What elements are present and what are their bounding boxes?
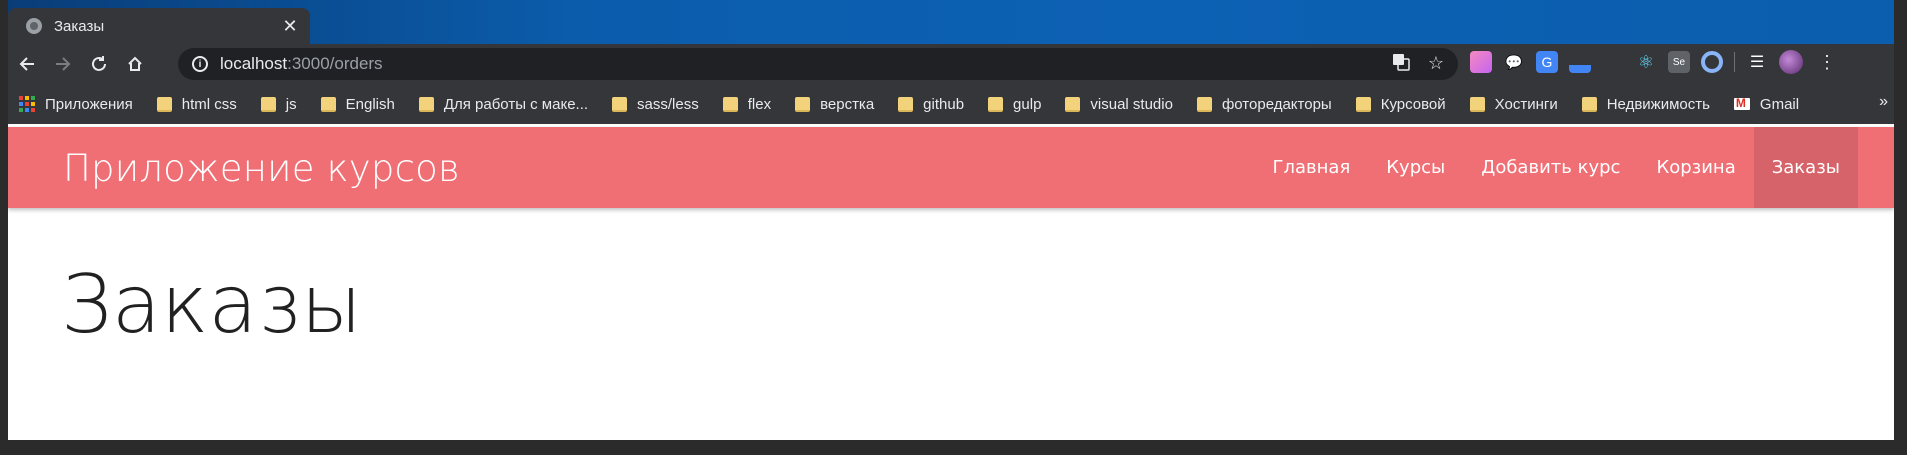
bookmark-label: github [923, 95, 965, 113]
bookmark-label: Курсовой [1380, 95, 1446, 113]
folder-icon [722, 96, 738, 112]
gradient-extension-icon[interactable] [1470, 51, 1492, 73]
extensions-area: 💬 G ⚛ Se ☰ ⋮ [1470, 50, 1836, 74]
bookmark-label: flex [747, 95, 772, 113]
folder-icon [898, 96, 914, 112]
bookmark-label: Для работы с маке... [443, 95, 589, 113]
eyedropper-extension-icon[interactable] [1569, 51, 1591, 73]
home-icon[interactable] [118, 47, 152, 81]
bookmark-label: Gmail [1759, 95, 1800, 113]
bookmark-folder[interactable]: Хостинги [1469, 95, 1558, 113]
info-icon[interactable]: i [192, 56, 208, 72]
chat-extension-icon[interactable]: 💬 [1503, 51, 1525, 73]
apps-grid-icon [19, 96, 35, 112]
bookmark-label: Приложения [45, 95, 133, 113]
bookmark-folder[interactable]: html css [156, 95, 237, 113]
bookmark-apps[interactable]: Приложения [19, 96, 133, 113]
ring-extension-icon[interactable] [1701, 51, 1723, 73]
folder-icon [1196, 96, 1212, 112]
app-navbar: Приложение курсов Главная Курсы Добавить… [8, 127, 1894, 208]
bookmark-folder[interactable]: visual studio [1065, 96, 1173, 113]
avatar[interactable] [1779, 50, 1803, 74]
chevron-more-icon[interactable]: » [1879, 93, 1888, 111]
nav-link-cart[interactable]: Корзина [1638, 127, 1753, 208]
gmail-icon [1733, 96, 1750, 110]
globe-icon [26, 18, 42, 34]
folder-icon [156, 96, 172, 112]
playlist-icon[interactable]: ☰ [1746, 51, 1768, 73]
toolbar-separator [1734, 52, 1735, 72]
bookmark-label: html css [181, 95, 237, 113]
folder-icon [1065, 96, 1081, 112]
folder-icon [260, 96, 276, 112]
folder-icon [795, 96, 811, 112]
bookmark-folder[interactable]: English [320, 95, 395, 113]
nav-link-courses[interactable]: Курсы [1368, 127, 1463, 208]
bookmark-folder[interactable]: gulp [988, 96, 1041, 113]
bookmark-label: English [345, 95, 395, 113]
react-extension-icon[interactable]: ⚛ [1635, 51, 1657, 73]
bookmark-folder[interactable]: flex [722, 95, 772, 113]
bookmark-folder[interactable]: Курсовой [1355, 95, 1446, 113]
nav-link-orders[interactable]: Заказы [1753, 127, 1858, 208]
address-bar[interactable]: i localhost:3000/orders ☆ [178, 48, 1458, 80]
bookmark-label: sass/less [637, 95, 699, 113]
folder-icon [320, 96, 336, 112]
tab-strip: Заказы ✕ [8, 0, 1894, 44]
bookmark-folder[interactable]: фоторедакторы [1196, 95, 1332, 113]
bookmarks-bar: Приложения html css js English Для работ… [8, 84, 1894, 124]
bookmark-folder[interactable]: github [898, 96, 964, 113]
bookmark-folder[interactable]: Недвижимость [1581, 95, 1710, 113]
selenium-extension-icon[interactable]: Se [1668, 51, 1690, 73]
nav-links: Главная Курсы Добавить курс Корзина Зака… [1255, 127, 1858, 208]
bookmark-label: Недвижимость [1606, 95, 1710, 113]
folder-icon [612, 96, 628, 112]
bookmark-label: gulp [1013, 95, 1042, 113]
bookmark-label: visual studio [1090, 95, 1173, 113]
bookmark-folder[interactable]: верстка [795, 96, 874, 113]
url-path: :3000/orders [287, 54, 383, 73]
bookmark-label: js [285, 95, 297, 113]
translate-icon[interactable] [1392, 53, 1410, 76]
star-icon[interactable]: ☆ [1428, 53, 1444, 76]
translate-extension-icon[interactable]: G [1536, 51, 1558, 73]
brand-logo[interactable]: Приложение курсов [63, 147, 460, 190]
browser-window: Заказы ✕ i localhost:3000/orders ☆ 💬 G … [8, 0, 1894, 440]
folder-icon [1355, 96, 1371, 112]
bookmark-folder[interactable]: Для работы с маке... [418, 95, 589, 113]
bookmark-folder[interactable]: js [260, 95, 297, 113]
browser-toolbar: i localhost:3000/orders ☆ 💬 G ⚛ Se ☰ ⋮ [8, 44, 1894, 84]
bookmark-label: фоторедакторы [1221, 95, 1332, 113]
page-title: Заказы [61, 258, 362, 351]
windows-extension-icon[interactable] [1602, 51, 1624, 73]
folder-icon [988, 96, 1004, 112]
nav-link-home[interactable]: Главная [1255, 127, 1369, 208]
forward-icon[interactable] [46, 47, 80, 81]
bookmark-folder[interactable]: sass/less [612, 96, 699, 113]
nav-link-add-course[interactable]: Добавить курс [1463, 127, 1638, 208]
folder-icon [1581, 96, 1597, 112]
bookmark-gmail[interactable]: Gmail [1733, 95, 1800, 113]
url-host: localhost [220, 54, 288, 73]
folder-icon [418, 96, 434, 112]
back-icon[interactable] [10, 47, 44, 81]
bookmark-label: Хостинги [1494, 95, 1558, 113]
tab-orders[interactable]: Заказы ✕ [8, 8, 310, 44]
close-icon[interactable]: ✕ [276, 16, 304, 37]
reload-icon[interactable] [82, 47, 116, 81]
tab-title: Заказы [54, 17, 105, 35]
folder-icon [1469, 96, 1485, 112]
menu-dots-icon[interactable]: ⋮ [1818, 52, 1836, 73]
bookmark-label: верстка [820, 95, 875, 113]
